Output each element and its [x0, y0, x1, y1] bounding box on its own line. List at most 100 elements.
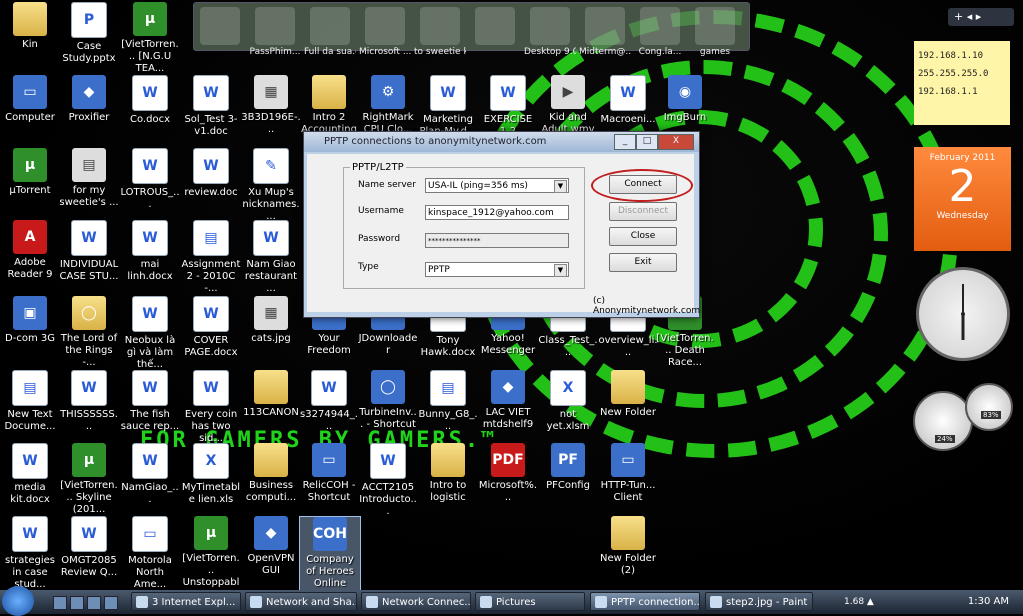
desktop-icon[interactable]: ◉ ImgBurn — [655, 75, 715, 124]
desktop-icon[interactable]: ▤ New Text Docume... — [0, 370, 60, 433]
desktop-icon[interactable]: W Neobux là gì và làm thế... — [120, 296, 180, 371]
desktop-icon[interactable]: 113CANON — [241, 370, 301, 419]
desktop-icon[interactable]: Xnot yet.xlsm — [538, 370, 598, 433]
desktop-icon[interactable]: W Macroeni... — [598, 75, 658, 126]
desktop-icon[interactable]: W NamGiao_... — [120, 443, 180, 506]
internet-explorer-icon[interactable] — [87, 596, 101, 610]
username-input[interactable]: kinspace_1912@yahoo.com — [425, 205, 569, 220]
desktop-icon[interactable]: Kin — [0, 2, 60, 51]
desktop-icon[interactable]: W The fish sauce rep... — [120, 370, 180, 433]
taskbar-button[interactable]: Pictures — [475, 592, 585, 611]
desktop-icon[interactable]: ◯ TurbineInv... - Shortcut — [358, 370, 418, 431]
name-server-select[interactable]: USA-IL (ping=356 ms) ▼ — [425, 178, 569, 193]
desktop-icon[interactable]: ◯ The Lord of the Rings -... — [59, 296, 119, 369]
disconnect-button[interactable]: Disconnect — [609, 202, 677, 221]
desktop-icon[interactable]: Business computi... — [241, 443, 301, 504]
desktop-icon[interactable]: ▤ for my sweetie's ... — [59, 148, 119, 209]
desktop-icon[interactable]: µ[VietTorren... Unstoppabl... — [181, 516, 241, 590]
clock-time[interactable]: 1:30 AM — [968, 592, 1009, 612]
window-icon — [366, 596, 378, 608]
maximize-button[interactable]: □ — [636, 134, 658, 150]
desktop-icon[interactable]: P Case Study.pptx — [59, 2, 119, 65]
desktop-icon[interactable]: W Sol_Test 3-v1.doc — [181, 75, 241, 138]
desktop-icon[interactable]: µ µTorrent — [0, 148, 60, 197]
taskbar-button[interactable]: 3 Internet Expl... — [131, 592, 241, 611]
desktop-icon[interactable]: W COVER PAGE.docx — [181, 296, 241, 359]
desktop-icon[interactable]: WMarketing Plan-My.d... — [418, 75, 478, 138]
quick-launch-item[interactable]: Cong.la... — [639, 7, 681, 57]
desktop-icon[interactable]: W OMGT2085 Review Q... — [59, 516, 119, 579]
taskbar-button[interactable]: Network and Sha... — [245, 592, 357, 611]
switch-windows-icon[interactable] — [70, 596, 84, 610]
close-window-button[interactable]: X — [658, 134, 694, 150]
quick-launch-item[interactable] — [200, 7, 240, 45]
dialog-titlebar[interactable]: PPTP connections to anonymitynetwork.com… — [304, 132, 699, 152]
desktop-icon[interactable]: A Adobe Reader 9 — [0, 220, 60, 281]
desktop-icon[interactable]: ▤ Bunny_G8_... — [418, 370, 478, 433]
minimize-button[interactable]: _ — [614, 134, 636, 150]
desktop-icon[interactable]: ▦ cats.jpg — [241, 296, 301, 345]
desktop-icon[interactable]: W INDIVIDUAL CASE STU... — [59, 220, 119, 283]
quick-launch-item[interactable]: games — [695, 7, 735, 57]
quick-launch-item[interactable]: to sweetie kinnie.mp3 — [414, 7, 466, 57]
desktop-icon[interactable]: Wreview.doc — [181, 148, 241, 199]
desktop-icon[interactable]: PDF Microsoft%... — [478, 443, 538, 504]
desktop-icon[interactable]: ▭ HTTP-Tun... Client — [598, 443, 658, 504]
chevron-down-icon[interactable]: ▼ — [554, 264, 567, 277]
quick-launch-item[interactable]: Desktop 9.0 p... — [524, 7, 576, 57]
clock-gadget[interactable] — [916, 267, 1010, 361]
taskbar-button[interactable]: step2.jpg - Paint — [705, 592, 813, 611]
desktop-icon[interactable]: New Folder (2) — [598, 516, 658, 577]
start-button[interactable] — [2, 586, 34, 616]
desktop-icon[interactable]: W THISSSSSS... — [59, 370, 119, 433]
desktop-icon[interactable]: ▣ D-com 3G — [0, 296, 60, 345]
desktop-icon[interactable]: Wmai linh.docx — [120, 220, 180, 283]
desktop-icon[interactable]: W Co.docx — [120, 75, 180, 126]
desktop-icon[interactable]: X MyTimetable lien.xls — [181, 443, 241, 506]
desktop-icon[interactable]: ◆ LAC VIET mtdshelf9 — [478, 370, 538, 431]
desktop-icon[interactable]: ✎ Xu Mup's nicknames.... — [241, 148, 301, 223]
desktop-icon[interactable]: Wstrategies in case stud... — [0, 516, 60, 590]
desktop-icon[interactable]: Wmedia kit.docx — [0, 443, 60, 506]
desktop-icon[interactable]: µ [VietTorren... [N.G.U TEA... — [120, 2, 180, 75]
chevron-down-icon[interactable]: ▼ — [554, 180, 567, 193]
desktop-icon[interactable]: ▶ Kid and Adult.wmv — [538, 75, 598, 136]
quick-launch-item[interactable]: Midterm@... — [579, 7, 631, 57]
notes-gadget[interactable]: 192.168.1.10 255.255.255.0 192.168.1.1 — [914, 41, 1010, 125]
desktop-icon[interactable]: ▦ 3B3D196E-... — [241, 75, 301, 136]
quick-launch-item[interactable]: PassPhim... — [250, 7, 300, 57]
desktop-icon[interactable]: ◆ OpenVPN GUI — [241, 516, 301, 577]
calendar-gadget[interactable]: February 2011 2 Wednesday — [914, 147, 1011, 251]
taskbar-button[interactable]: Network Connec... — [361, 592, 471, 611]
desktop-icon[interactable]: COH Company of Heroes Online — [299, 516, 361, 590]
cpu-meter-gadget[interactable]: 24% 83% — [913, 383, 1013, 451]
desktop-icon[interactable]: New Folder — [598, 370, 658, 419]
quick-launch-item[interactable] — [475, 7, 515, 45]
add-gadget-button[interactable]: + — [954, 10, 963, 23]
desktop-icon[interactable]: ▭ Computer — [0, 75, 60, 124]
close-button[interactable]: Close — [609, 227, 677, 246]
desktop-icon[interactable]: ▭ RelicCOH - Shortcut — [299, 443, 359, 504]
desktop-icon[interactable]: ⚙ RightMark CPU Clo... — [358, 75, 418, 136]
desktop-icon[interactable]: µ [VietTorren... Skyline (201... — [59, 443, 119, 516]
type-select[interactable]: PPTP ▼ — [425, 262, 569, 277]
quick-launch-item[interactable]: Full da sua.doc — [304, 7, 356, 57]
desktop-icon[interactable]: ◆ Proxifier — [59, 75, 119, 124]
desktop-icon[interactable]: Ws3274944_... — [299, 370, 359, 433]
desktop-icon[interactable]: W Every coin has two sid... — [181, 370, 241, 445]
desktop-icon[interactable]: ▤ Assignment 2 - 2010C -... — [181, 220, 241, 295]
desktop-icon[interactable]: PF PFConfig — [538, 443, 598, 492]
exit-button[interactable]: Exit — [609, 253, 677, 272]
password-input[interactable]: *************** — [425, 233, 569, 248]
media-player-icon[interactable] — [104, 596, 118, 610]
desktop-icon[interactable]: Intro to logistic — [418, 443, 478, 504]
quick-launch-item[interactable]: Microsoft ... — [359, 7, 411, 57]
desktop-icon[interactable]: W LOTROUS_... — [120, 148, 180, 211]
taskbar-button[interactable]: PPTP connection... — [590, 592, 700, 611]
show-desktop-icon[interactable] — [53, 596, 67, 610]
desktop-icon[interactable]: ▭ Motorola North Ame... — [120, 516, 180, 590]
desktop-icon[interactable]: W Nam Giao restaurant ... — [241, 220, 301, 295]
desktop-icon[interactable]: Intro 2 Accounting — [299, 75, 359, 136]
sidebar-controls[interactable]: + ◂ ▸ — [948, 8, 1014, 26]
desktop-icon[interactable]: W ACCT2105 Introducto... — [358, 443, 418, 518]
